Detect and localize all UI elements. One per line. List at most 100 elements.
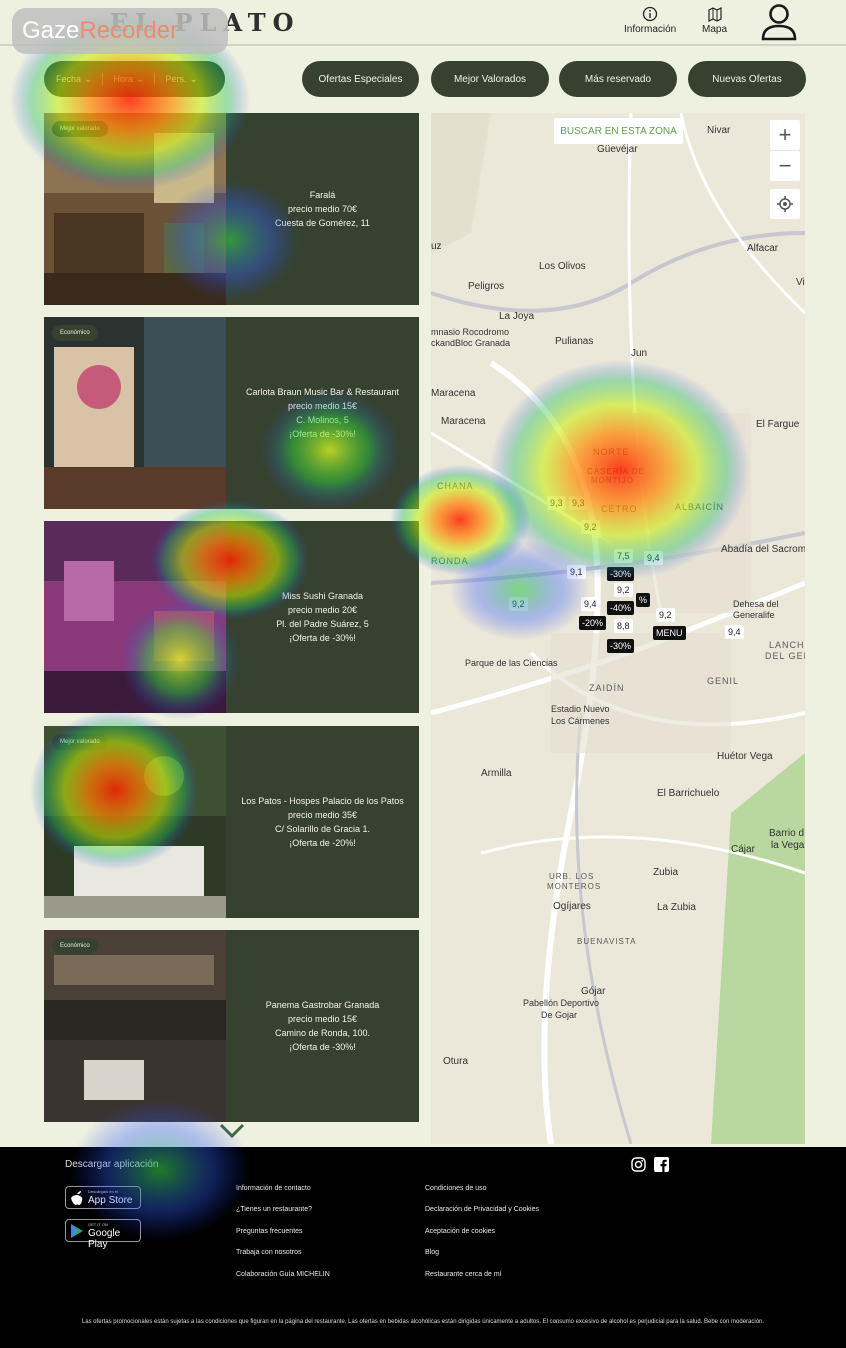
map-label-maracena-2: Maracena: [441, 416, 486, 427]
offer-marker[interactable]: -40%: [607, 601, 635, 615]
map-label-gojar: Gójar: [581, 986, 606, 997]
offer-marker[interactable]: MENU: [653, 626, 686, 640]
restaurant-info: Faralá precio medio 70€ Cuesta de Gomére…: [226, 113, 419, 305]
restaurant-card[interactable]: Mejor valorado Faralá precio medio 70€ C…: [44, 113, 419, 305]
restaurant-address: C. Molinos, 5: [296, 415, 349, 425]
restaurant-price: precio medio 15€: [287, 1014, 358, 1024]
top-rated-button[interactable]: Mejor Valorados: [431, 61, 549, 97]
footer-link-jobs[interactable]: Trabaja con nosotros: [236, 1249, 302, 1256]
my-location-button[interactable]: [770, 189, 800, 219]
footer-link-faq[interactable]: Preguntas frecuentes: [236, 1228, 303, 1235]
rating-marker[interactable]: 9,2: [581, 520, 600, 534]
map-label-jun: Jun: [631, 348, 648, 359]
app-store-button[interactable]: Descárgalo en el App Store: [65, 1186, 141, 1209]
footer-link-contact[interactable]: Información de contacto: [236, 1185, 311, 1192]
footer-link-own-restaurant[interactable]: ¿Tienes un restaurante?: [236, 1206, 312, 1213]
restaurant-info: Miss Sushi Granada precio medio 20€ Pl. …: [226, 521, 419, 713]
restaurant-card[interactable]: Económico Panema Gastrobar Granada preci…: [44, 930, 419, 1122]
restaurant-map[interactable]: BUSCAR EN ESTA ZONA + − Nivar Güevéjar u…: [431, 113, 805, 1144]
restaurant-card[interactable]: Económico Carlota Braun Music Bar & Rest…: [44, 317, 419, 509]
chevron-down-icon: ⌄: [189, 73, 198, 85]
map-label-lancha: LANCH: [769, 640, 805, 650]
rating-marker[interactable]: 8,8: [614, 619, 633, 633]
map-label-de-gojar: De Gojar: [541, 1010, 578, 1020]
restaurant-name: Faralá: [309, 190, 336, 200]
divider: [102, 73, 104, 85]
map-label-barrio: Barrio d: [769, 828, 805, 839]
restaurant-card[interactable]: Miss Sushi Granada precio medio 20€ Pl. …: [44, 521, 419, 713]
footer-link-michelin[interactable]: Colaboración Guía MICHELIN: [236, 1271, 330, 1278]
map-label-del-gen: DEL GEN: [765, 651, 805, 661]
map-label-cetro: CETRO: [601, 504, 638, 514]
rating-marker[interactable]: 9,3: [547, 496, 566, 510]
restaurant-photo: [44, 521, 226, 713]
rating-marker[interactable]: 9,2: [509, 597, 528, 611]
offer-marker[interactable]: %: [636, 593, 651, 607]
rating-marker[interactable]: 9,4: [581, 597, 600, 611]
footer-link-privacy[interactable]: Declaración de Privacidad y Cookies: [425, 1206, 539, 1213]
restaurant-info: Carlota Braun Music Bar & Restaurant pre…: [226, 317, 419, 509]
map-label-albaicin: ALBAICÍN: [675, 502, 725, 512]
footer-link-blog[interactable]: Blog: [425, 1249, 439, 1256]
restaurant-photo: Mejor valorado: [44, 113, 226, 305]
restaurant-price: precio medio 35€: [287, 810, 358, 820]
footer-link-terms[interactable]: Condiciones de uso: [425, 1185, 487, 1192]
map-label-monteros: MONTEROS: [547, 882, 602, 891]
map-label-los-olivos: Los Olivos: [539, 261, 586, 272]
map-label-pulianas: Pulianas: [555, 336, 594, 347]
zoom-in-button[interactable]: +: [770, 120, 800, 150]
map-label-chana: CHANA: [437, 481, 474, 491]
gaze-recorder-badge: GazeRecorder: [12, 8, 228, 54]
info-link[interactable]: Información: [624, 6, 676, 35]
footer-link-cookies[interactable]: Aceptación de cookies: [425, 1228, 495, 1235]
map-link[interactable]: Mapa: [702, 6, 727, 35]
map-label-ronda: RONDA: [431, 556, 469, 566]
rating-marker[interactable]: 7,5: [614, 549, 633, 563]
map-label-dehesa: Dehesa del: [733, 599, 779, 609]
most-booked-button[interactable]: Más reservado: [559, 61, 677, 97]
map-label-guevejar: Güevéjar: [597, 144, 638, 155]
map-label-genil: GENIL: [707, 676, 740, 686]
map-label-buenavista: BUENAVISTA: [577, 937, 637, 946]
filter-people[interactable]: Pers. ⌄: [165, 74, 197, 85]
rating-marker[interactable]: 9,1: [567, 565, 586, 579]
facebook-icon[interactable]: [654, 1157, 669, 1172]
zoom-out-button[interactable]: −: [770, 151, 800, 181]
map-label-zubia: Zubia: [653, 867, 679, 878]
restaurant-address: Cuesta de Gomérez, 11: [275, 218, 370, 228]
map-label: Mapa: [702, 24, 728, 35]
rating-marker[interactable]: 9,3: [569, 496, 588, 510]
offer-marker[interactable]: -30%: [607, 639, 635, 653]
offer-marker[interactable]: -30%: [607, 567, 635, 581]
chevron-down-icon[interactable]: [218, 1122, 246, 1140]
filter-time[interactable]: Hora ⌄: [113, 74, 144, 85]
rating-marker[interactable]: 9,4: [725, 625, 744, 639]
map-label-parque: Parque de las Ciencias: [465, 658, 558, 668]
new-offers-button[interactable]: Nuevas Ofertas: [688, 61, 806, 97]
offer-marker[interactable]: -20%: [579, 616, 607, 630]
restaurant-address: Pl. del Padre Suárez, 5: [276, 619, 369, 629]
map-label-cajar: Cájar: [731, 844, 755, 855]
instagram-icon[interactable]: [631, 1157, 646, 1172]
download-app-title: Descargar aplicación: [65, 1159, 159, 1170]
card-badge: Económico: [52, 325, 98, 341]
map-label-huetor: Huétor Vega: [717, 751, 773, 762]
rating-marker[interactable]: 9,2: [656, 608, 675, 622]
map-label-bloc: ckandBloc Granada: [431, 338, 511, 348]
rating-marker[interactable]: 9,4: [644, 551, 663, 565]
rating-marker[interactable]: 9,2: [614, 583, 633, 597]
map-icon: [707, 7, 722, 22]
restaurant-name: Miss Sushi Granada: [281, 591, 364, 601]
user-icon[interactable]: [760, 2, 798, 42]
map-label-barrichuelo: El Barrichuelo: [657, 788, 720, 799]
search-this-area-button[interactable]: BUSCAR EN ESTA ZONA: [554, 118, 683, 144]
restaurant-card[interactable]: Mejor valorado Los Patos - Hospes Palaci…: [44, 726, 419, 918]
footer-link-nearby[interactable]: Restaurante cerca de mí: [425, 1271, 502, 1278]
special-offers-button[interactable]: Ofertas Especiales: [302, 61, 419, 97]
filter-date[interactable]: Fecha ⌄: [56, 74, 92, 85]
reservation-filter[interactable]: Fecha ⌄ Hora ⌄ Pers. ⌄: [44, 61, 225, 97]
restaurant-price: precio medio 15€: [287, 401, 358, 411]
card-badge: Mejor valorado: [52, 121, 108, 137]
map-label-ogijares: Ogíjares: [553, 901, 591, 912]
google-play-button[interactable]: GET IT ON Google Play: [65, 1219, 141, 1250]
